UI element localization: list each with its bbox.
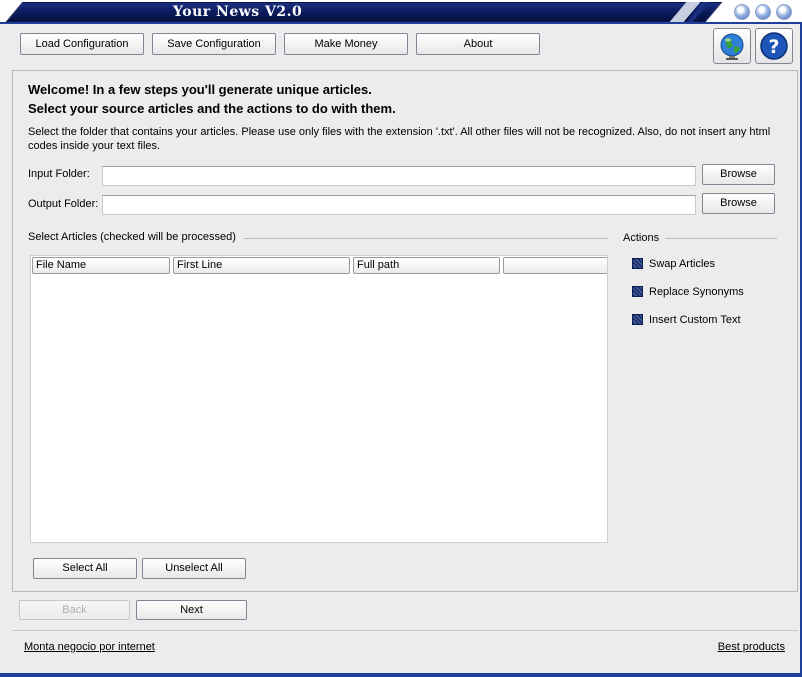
footer-right-link[interactable]: Best products — [718, 641, 785, 653]
make-money-button[interactable]: Make Money — [284, 33, 408, 55]
save-configuration-button[interactable]: Save Configuration — [152, 33, 276, 55]
input-browse-button[interactable]: Browse — [702, 164, 775, 185]
load-configuration-button[interactable]: Load Configuration — [20, 33, 144, 55]
output-folder-field[interactable] — [102, 195, 696, 215]
footer-left-link[interactable]: Monta negocio por internet — [24, 641, 155, 653]
column-header-extra[interactable] — [503, 257, 607, 274]
unselect-all-button[interactable]: Unselect All — [142, 558, 246, 579]
swap-articles-label: Swap Articles — [649, 258, 716, 270]
replace-synonyms-label: Replace Synonyms — [649, 286, 744, 298]
maximize-button[interactable] — [755, 4, 771, 20]
select-articles-title: Select Articles (checked will be process… — [28, 231, 236, 243]
welcome-subheading: Select your source articles and the acti… — [28, 101, 396, 116]
select-all-button[interactable]: Select All — [33, 558, 137, 579]
output-folder-label: Output Folder: — [28, 198, 99, 210]
window-title: Your News V2.0 — [173, 4, 303, 20]
footer: Monta negocio por internet Best products — [12, 630, 798, 662]
column-header-file-name[interactable]: File Name — [32, 257, 170, 274]
globe-icon — [720, 33, 744, 60]
main-panel: Welcome! In a few steps you'll generate … — [12, 70, 798, 592]
insert-custom-text-checkbox[interactable] — [632, 314, 643, 325]
about-button[interactable]: About — [416, 33, 540, 55]
welcome-heading: Welcome! In a few steps you'll generate … — [28, 82, 372, 97]
title-bar[interactable]: Your News V2.0 — [0, 0, 802, 24]
insert-custom-text-label: Insert Custom Text — [649, 314, 741, 326]
svg-text:?: ? — [768, 36, 779, 58]
next-button[interactable]: Next — [136, 600, 247, 620]
input-folder-field[interactable] — [102, 166, 696, 186]
app-window: Your News V2.0 Load Configuration Save C… — [0, 0, 802, 677]
help-button[interactable]: ? — [755, 28, 793, 64]
toolbar: Load Configuration Save Configuration Ma… — [10, 25, 799, 69]
actions-title: Actions — [623, 232, 660, 244]
articles-list[interactable]: File Name First Line Full path — [30, 255, 608, 543]
close-button[interactable] — [776, 4, 792, 20]
input-folder-label: Input Folder: — [28, 168, 90, 180]
back-button[interactable]: Back — [19, 600, 130, 620]
column-header-full-path[interactable]: Full path — [353, 257, 500, 274]
help-icon: ? — [760, 32, 788, 60]
minimize-button[interactable] — [734, 4, 750, 20]
column-header-first-line[interactable]: First Line — [173, 257, 350, 274]
replace-synonyms-checkbox[interactable] — [632, 286, 643, 297]
swap-articles-checkbox[interactable] — [632, 258, 643, 269]
instructions-text: Select the folder that contains your art… — [28, 126, 771, 152]
globe-button[interactable] — [713, 28, 751, 64]
title-bar-band — [5, 2, 723, 22]
output-browse-button[interactable]: Browse — [702, 193, 775, 214]
